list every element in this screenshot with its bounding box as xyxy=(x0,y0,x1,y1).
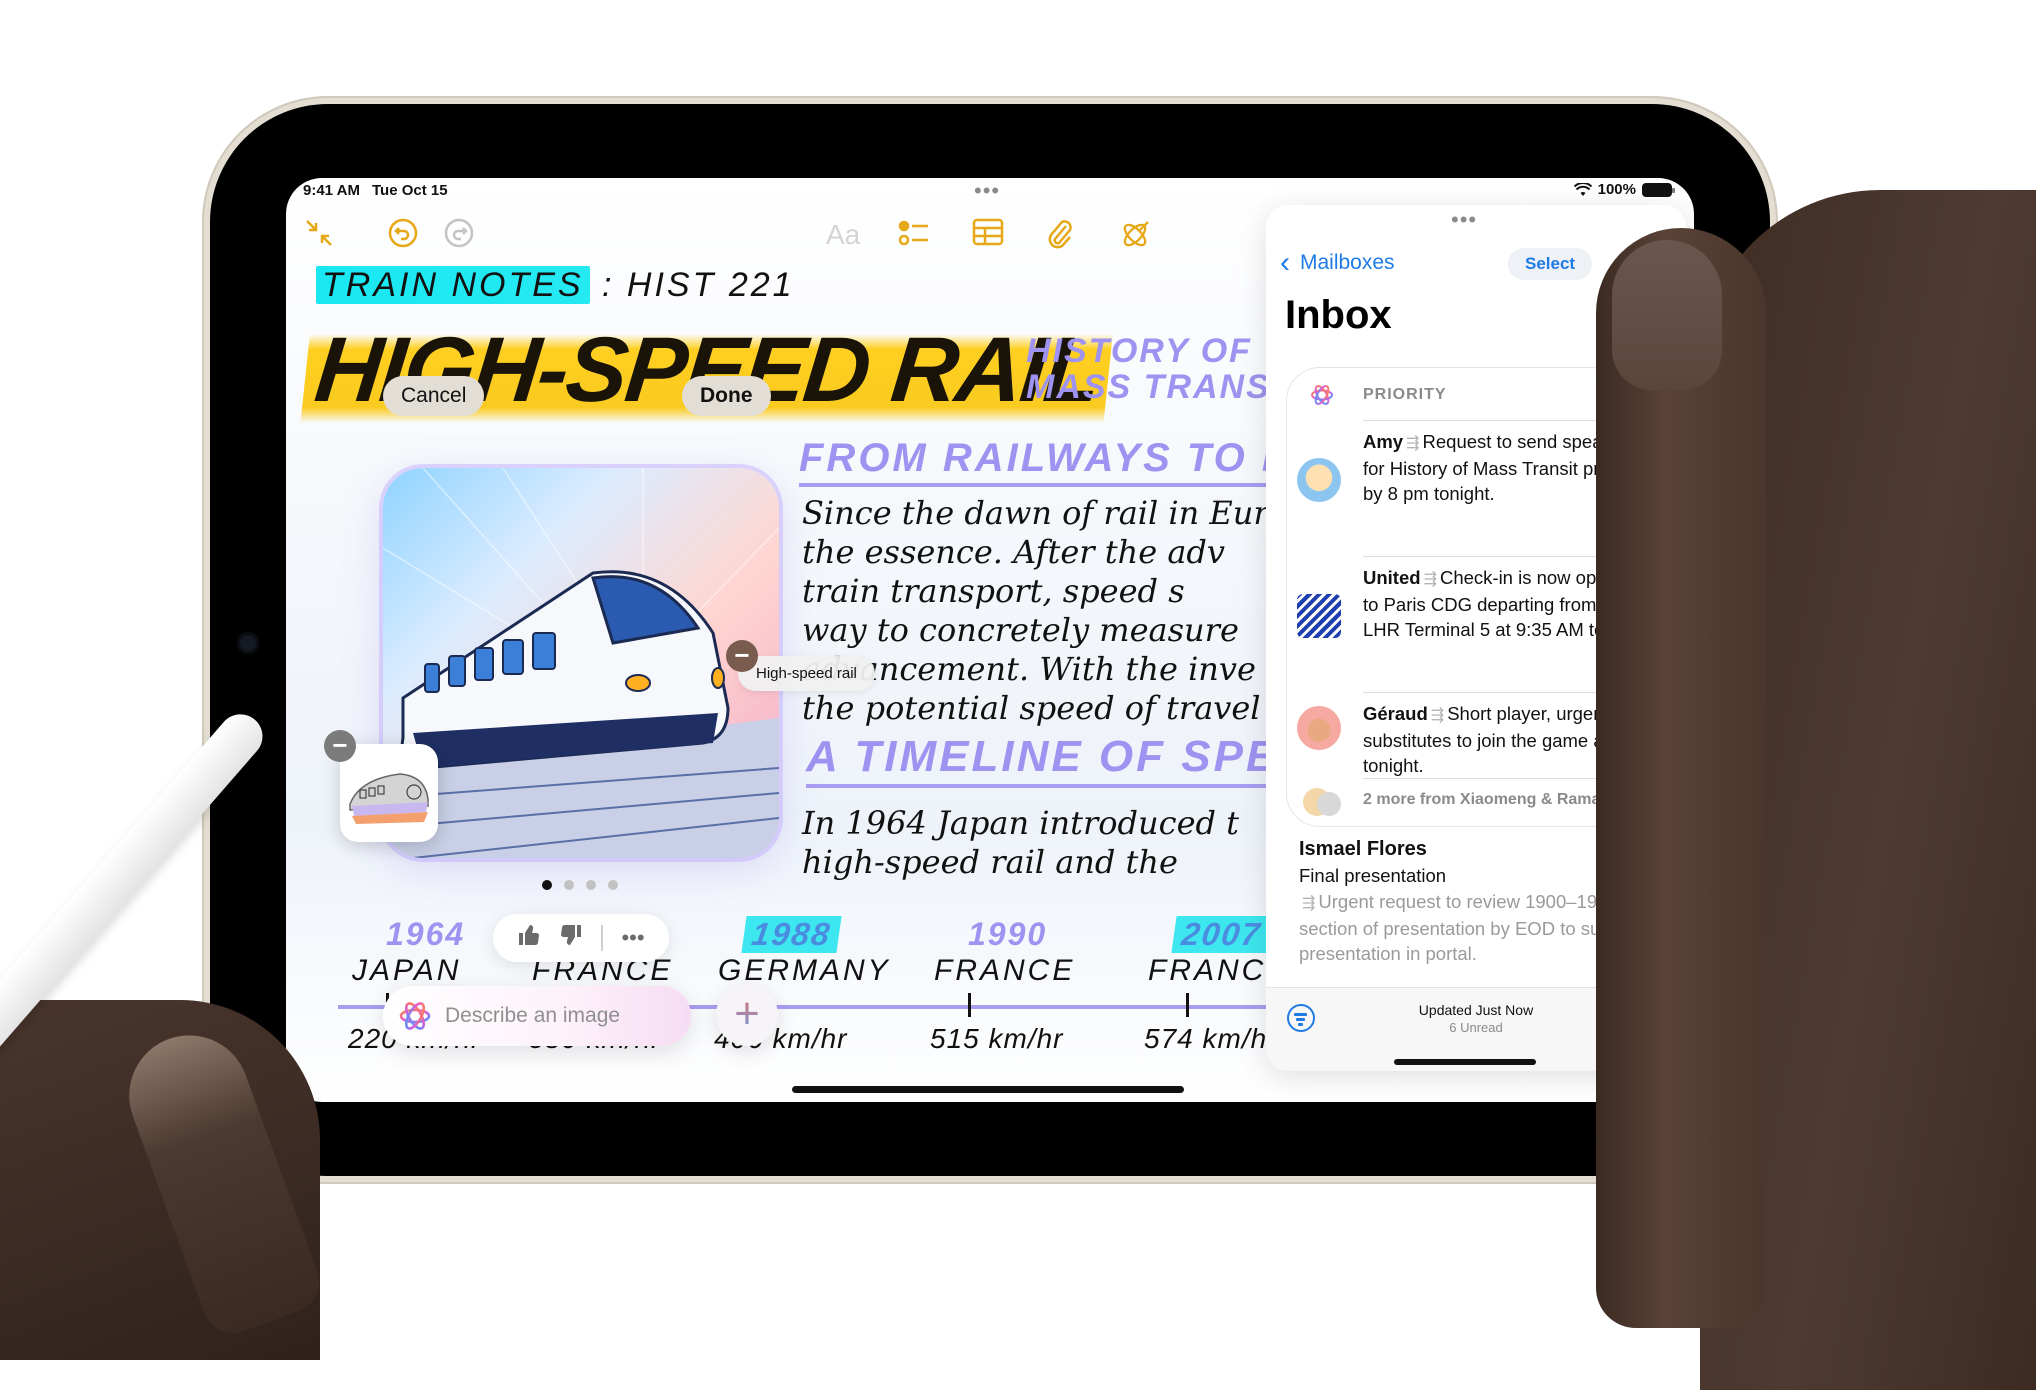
summary-icon: ⇶ xyxy=(1430,707,1445,724)
timeline-speed: 574 km/hr xyxy=(1144,1023,1278,1054)
paperclip-icon[interactable] xyxy=(1046,218,1074,258)
add-button[interactable]: + xyxy=(716,984,778,1046)
note-heading-timeline: A TIMELINE OF SPE xyxy=(806,732,1279,788)
timeline-year: 1988 xyxy=(741,916,842,953)
more-priority-link[interactable]: 2 more from Xiaomeng & Raman xyxy=(1363,791,1610,809)
page-dot-3[interactable] xyxy=(586,880,596,890)
select-button[interactable]: Select xyxy=(1508,248,1593,280)
mailboxes-label: Mailboxes xyxy=(1300,251,1395,274)
thumbs-up-icon[interactable] xyxy=(517,923,541,953)
page-dot-2[interactable] xyxy=(564,880,574,890)
priority-ai-icon xyxy=(1311,385,1333,405)
wifi-icon xyxy=(1573,182,1592,196)
checklist-icon[interactable] xyxy=(898,218,930,256)
avatar-united xyxy=(1297,594,1341,638)
page-dot-4[interactable] xyxy=(608,880,618,890)
timeline-tick xyxy=(1186,993,1189,1017)
status-indicators: 100% xyxy=(1573,181,1675,198)
multitasking-dots[interactable]: ••• xyxy=(974,178,1000,204)
home-indicator[interactable] xyxy=(792,1086,1184,1093)
timeline-country: JAPAN xyxy=(352,954,462,987)
avatar-geraud xyxy=(1297,706,1341,750)
timeline-year: 1990 xyxy=(968,916,1048,952)
timeline-year: 1964 xyxy=(386,916,466,952)
note-paragraph-japan: In 1964 Japan introduced t high-speed ra… xyxy=(802,804,1240,881)
reference-sketch-thumbnail[interactable] xyxy=(340,744,438,842)
priority-sender: United xyxy=(1363,567,1421,588)
battery-icon xyxy=(1642,182,1675,197)
cancel-button[interactable]: Cancel xyxy=(383,376,485,416)
avatar-amy xyxy=(1297,458,1341,502)
undo-icon[interactable] xyxy=(388,218,418,256)
timeline-country: FRANCE xyxy=(934,954,1076,987)
note-heading-railways: FROM RAILWAYS TO H xyxy=(799,436,1294,487)
timeline-tick xyxy=(968,993,971,1017)
apple-intelligence-icon xyxy=(399,1002,431,1030)
chevron-left-icon: ‹ xyxy=(1280,246,1290,279)
note-subtitle-course: : HIST 221 xyxy=(602,266,795,304)
thumbs-down-icon[interactable] xyxy=(559,923,583,953)
generated-image-preview[interactable] xyxy=(383,468,779,858)
writing-tools-icon[interactable] xyxy=(1118,218,1152,260)
describe-image-input[interactable] xyxy=(443,1003,677,1029)
page-dot-1[interactable] xyxy=(542,880,552,890)
plus-icon: + xyxy=(734,989,760,1038)
front-camera xyxy=(237,632,259,654)
feedback-divider xyxy=(601,925,604,951)
feedback-bar: ••• xyxy=(493,914,669,962)
priority-sender: Géraud xyxy=(1363,703,1428,724)
slide-over-home-indicator[interactable] xyxy=(1394,1059,1536,1065)
summary-icon: ⇶ xyxy=(1302,895,1316,912)
concept-tag[interactable]: High-speed rail xyxy=(738,656,875,691)
inbox-title: Inbox xyxy=(1285,293,1392,337)
remove-concept-button[interactable]: − xyxy=(726,640,758,672)
describe-image-field[interactable] xyxy=(383,986,691,1046)
timeline-year: 2007 xyxy=(1171,916,1272,953)
right-thumbnail xyxy=(1612,240,1722,390)
mailboxes-back-button[interactable]: ‹ Mailboxes xyxy=(1280,246,1395,279)
vintage-train-sketch xyxy=(349,773,429,824)
more-options-button[interactable]: ••• xyxy=(621,925,644,951)
battery-percent: 100% xyxy=(1597,181,1636,198)
note-subtitle: TRAIN NOTES : HIST 221 xyxy=(316,266,795,305)
avatar-raman xyxy=(1317,792,1341,816)
format-text-button[interactable]: Aa xyxy=(826,218,860,252)
note-paragraph-history: Since the dawn of rail in Euro the essen… xyxy=(802,494,1288,727)
slide-over-handle[interactable]: ••• xyxy=(1451,207,1477,233)
remove-reference-button[interactable]: − xyxy=(324,730,356,762)
note-subtitle-highlight: TRAIN NOTES xyxy=(316,266,590,304)
status-date: Tue Oct 15 xyxy=(372,182,448,199)
table-icon[interactable] xyxy=(972,218,1004,254)
note-side-title: HISTORY OF MASS TRANS xyxy=(1026,332,1271,406)
page-indicator[interactable] xyxy=(542,880,618,890)
collapse-arrows-icon[interactable] xyxy=(304,218,334,256)
train-illustration xyxy=(383,468,779,858)
summary-icon: ⇶ xyxy=(1423,571,1437,588)
summary-icon: ⇶ xyxy=(1406,435,1420,452)
timeline-speed: 515 km/hr xyxy=(930,1023,1064,1054)
status-time: 9:41 AM xyxy=(303,182,360,199)
timeline-country: GERMANY xyxy=(718,954,891,987)
priority-sender: Amy xyxy=(1363,431,1404,452)
ipad-screen: 9:41 AM Tue Oct 15 ••• 100% Aa TRAIN NOT… xyxy=(286,178,1694,1102)
done-button[interactable]: Done xyxy=(682,376,771,416)
right-thumb xyxy=(1596,228,1766,1328)
redo-icon[interactable] xyxy=(444,218,474,256)
priority-label: PRIORITY xyxy=(1363,386,1447,403)
